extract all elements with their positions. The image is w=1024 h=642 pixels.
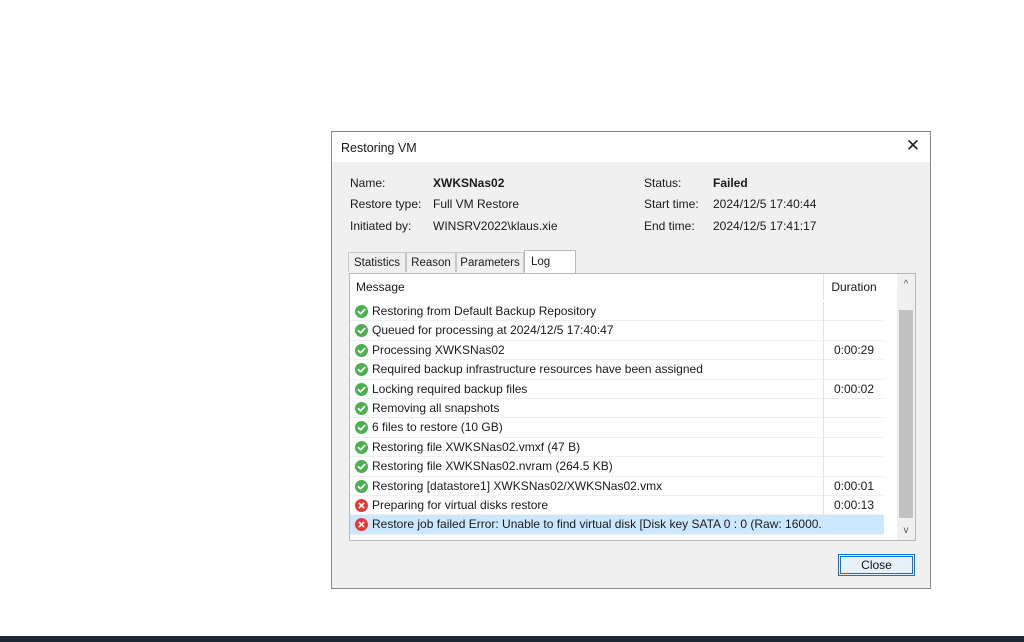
log-row[interactable]: Processing XWKSNas02 0:00:29 — [350, 340, 884, 361]
log-message-text: Restoring file XWKSNas02.nvram (264.5 KB… — [372, 459, 613, 474]
close-icon[interactable]: ✕ — [904, 137, 922, 155]
log-message-text: Restoring file XWKSNas02.vmxf (47 B) — [372, 439, 581, 454]
success-check-icon — [355, 460, 368, 474]
log-message-cell: Restore job failed Error: Unable to find… — [350, 515, 824, 535]
log-duration-cell: 0:00:02 — [833, 381, 875, 396]
status-value: Failed — [713, 176, 748, 190]
restoring-vm-dialog: Restoring VM ✕ Name: XWKSNas02 Restore t… — [331, 131, 931, 589]
dialog-title: Restoring VM — [341, 141, 417, 155]
error-icon — [355, 518, 368, 532]
scroll-down-arrow-icon[interactable]: v — [897, 522, 915, 540]
log-message-cell: Locking required backup files — [350, 379, 824, 399]
initiated-by-label: Initiated by: — [350, 219, 412, 233]
log-message-text: Removing all snapshots — [372, 400, 500, 415]
log-row[interactable]: Queued for processing at 2024/12/5 17:40… — [350, 321, 884, 341]
name-value: XWKSNas02 — [433, 176, 505, 190]
log-row[interactable]: Locking required backup files 0:00:02 — [350, 379, 884, 399]
log-message-text: Restoring [datastore1] XWKSNas02/XWKSNas… — [372, 478, 663, 493]
log-row[interactable]: Restoring [datastore1] XWKSNas02/XWKSNas… — [350, 476, 884, 496]
log-message-cell: Removing all snapshots — [350, 398, 824, 418]
log-message-cell: Preparing for virtual disks restore — [350, 495, 824, 515]
success-check-icon — [355, 343, 368, 357]
name-label: Name: — [350, 176, 386, 190]
log-message-text: Queued for processing at 2024/12/5 17:40… — [372, 323, 614, 338]
log-row[interactable]: Restoring file XWKSNas02.nvram (264.5 KB… — [350, 457, 884, 477]
log-message-cell: Restoring [datastore1] XWKSNas02/XWKSNas… — [350, 476, 824, 496]
close-button[interactable]: Close — [838, 554, 915, 576]
tab-parameters[interactable]: Parameters — [456, 252, 524, 272]
log-row[interactable]: 6 files to restore (10 GB) — [350, 418, 884, 438]
log-message-text: Required backup infrastructure resources… — [372, 362, 703, 377]
success-check-icon — [355, 421, 368, 435]
log-message-cell: Required backup infrastructure resources… — [350, 360, 824, 380]
log-message-cell: Restoring from Default Backup Repository — [350, 302, 824, 321]
scroll-thumb[interactable] — [899, 310, 913, 518]
log-row[interactable]: Removing all snapshots — [350, 398, 884, 419]
tab-statistics[interactable]: Statistics — [348, 252, 406, 272]
log-message-cell: 6 files to restore (10 GB) — [350, 418, 824, 438]
log-message-cell: Processing XWKSNas02 — [350, 340, 824, 360]
log-duration-cell — [824, 457, 884, 476]
log-message-cell: Restoring file XWKSNas02.nvram (264.5 KB… — [350, 457, 824, 477]
log-message-cell: Queued for processing at 2024/12/5 17:40… — [350, 321, 824, 341]
tab-reason[interactable]: Reason — [406, 252, 456, 272]
log-duration-cell — [824, 302, 884, 321]
error-icon — [355, 498, 368, 512]
log-message-text: Processing XWKSNas02 — [372, 342, 505, 357]
log-message-text: Locking required backup files — [372, 381, 528, 396]
log-row[interactable]: Restoring file XWKSNas02.vmxf (47 B) — [350, 437, 884, 458]
log-message-text: Restoring from Default Backup Repository — [372, 304, 597, 318]
initiated-by-value: WINSRV2022\klaus.xie — [433, 219, 558, 233]
success-check-icon — [355, 363, 368, 377]
start-time-label: Start time: — [644, 197, 699, 211]
message-column-header[interactable]: Message — [350, 274, 824, 300]
log-message-cell: Restoring file XWKSNas02.vmxf (47 B) — [350, 437, 824, 457]
log-row[interactable]: Restore job failed Error: Unable to find… — [350, 515, 884, 535]
vertical-scrollbar[interactable]: ^ v — [897, 274, 915, 540]
log-duration-cell — [824, 438, 884, 457]
title-bar: Restoring VM ✕ — [332, 132, 930, 162]
log-duration-cell: 0:00:13 — [833, 497, 875, 512]
success-check-icon — [355, 479, 368, 493]
success-check-icon — [355, 440, 368, 454]
duration-column-header[interactable]: Duration — [824, 274, 884, 300]
log-message-text: Restore job failed Error: Unable to find… — [372, 517, 824, 532]
log-list[interactable]: Message Duration Restoring from Default … — [349, 273, 916, 541]
log-row[interactable]: Preparing for virtual disks restore 0:00:… — [350, 495, 884, 516]
scroll-up-arrow-icon[interactable]: ^ — [897, 276, 915, 294]
success-check-icon — [355, 401, 368, 415]
log-duration-cell — [824, 321, 884, 340]
log-message-text: 6 files to restore (10 GB) — [372, 420, 503, 435]
log-duration-cell — [824, 418, 884, 437]
log-duration-cell — [824, 360, 884, 379]
status-label: Status: — [644, 176, 682, 190]
tab-log[interactable]: Log — [524, 250, 576, 273]
taskbar-edge — [0, 636, 1024, 642]
log-rows: Restoring from Default Backup Repository… — [350, 302, 884, 535]
log-duration-cell — [824, 515, 884, 534]
start-time-value: 2024/12/5 17:40:44 — [713, 197, 817, 211]
log-duration-cell: 0:00:29 — [833, 342, 875, 357]
end-time-value: 2024/12/5 17:41:17 — [713, 219, 817, 233]
success-check-icon — [355, 324, 368, 338]
success-check-icon — [355, 305, 368, 318]
restore-type-value: Full VM Restore — [433, 197, 520, 211]
log-message-text: Preparing for virtual disks restore — [372, 497, 549, 512]
end-time-label: End time: — [644, 219, 695, 233]
success-check-icon — [355, 382, 368, 396]
restore-type-label: Restore type: — [350, 197, 422, 211]
log-row[interactable]: Restoring from Default Backup Repository — [350, 302, 884, 322]
log-duration-cell: 0:00:01 — [833, 478, 875, 493]
log-row[interactable]: Required backup infrastructure resources… — [350, 360, 884, 380]
log-duration-cell — [824, 399, 884, 418]
